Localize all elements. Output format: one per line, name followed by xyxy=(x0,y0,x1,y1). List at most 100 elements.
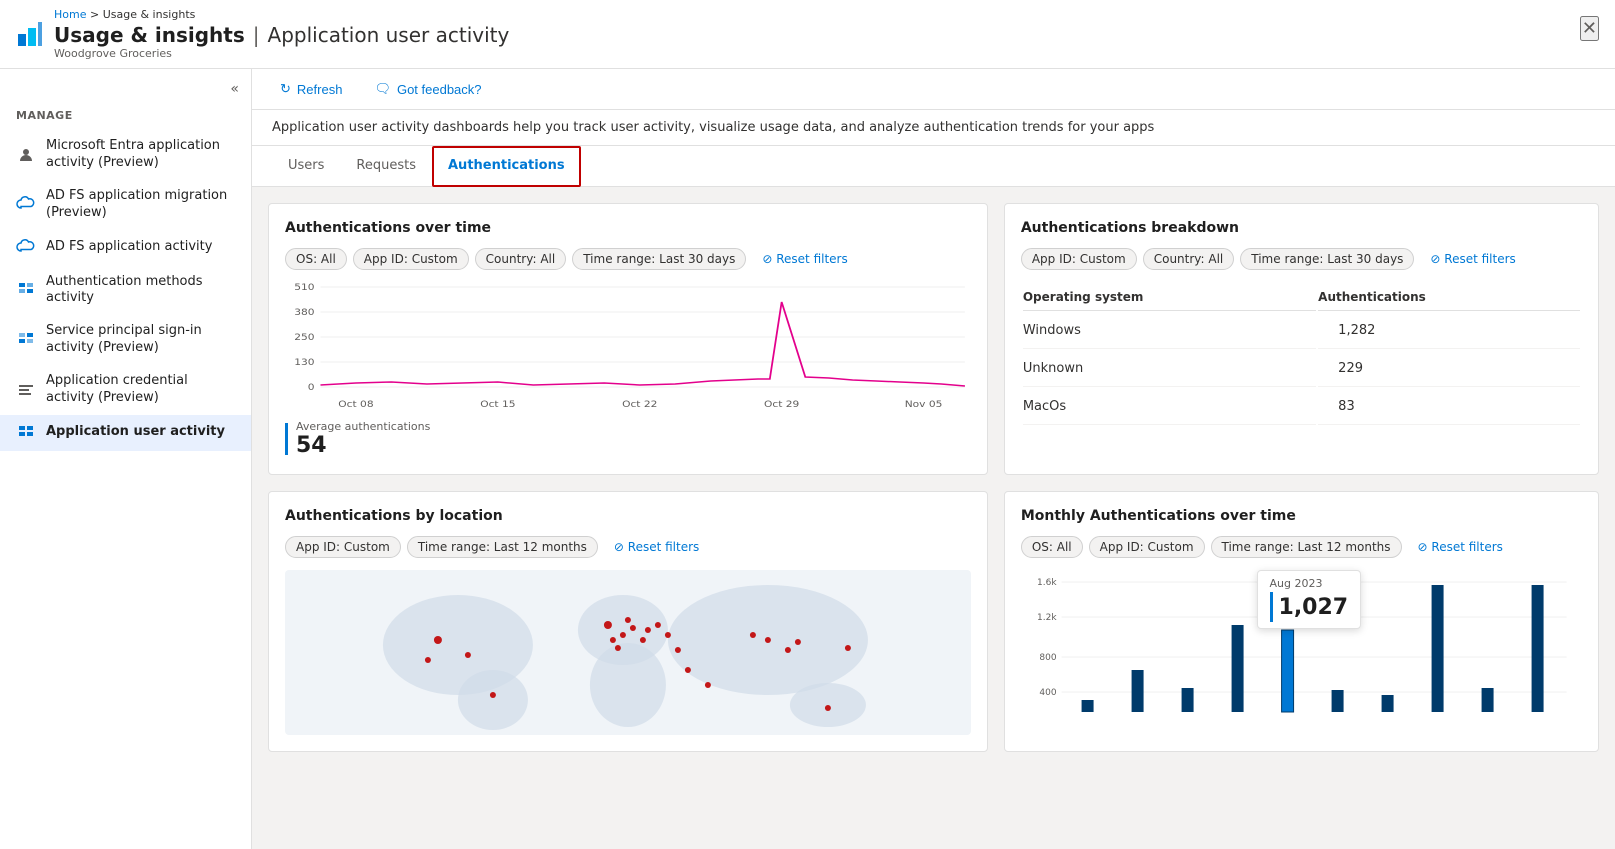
org-name: Woodgrove Groceries xyxy=(54,47,1599,60)
auth-breakdown-filters: App ID: Custom Country: All Time range: … xyxy=(1021,248,1582,270)
refresh-button[interactable]: ↻ Refresh xyxy=(272,77,350,101)
table-row: MacOs 83 xyxy=(1023,389,1580,425)
breakdown-filter-appid[interactable]: App ID: Custom xyxy=(1021,248,1137,270)
svg-text:Nov 05: Nov 05 xyxy=(905,400,943,410)
sidebar-item-entra-label: Microsoft Entra application activity (Pr… xyxy=(46,138,235,172)
monthly-filter-os[interactable]: OS: All xyxy=(1021,536,1083,558)
svg-text:Oct 29: Oct 29 xyxy=(764,400,799,410)
breakdown-filter-timerange[interactable]: Time range: Last 30 days xyxy=(1240,248,1414,270)
svg-text:1.6k: 1.6k xyxy=(1037,578,1057,588)
cloud-icon-2 xyxy=(16,238,36,258)
breakdown-reset-btn[interactable]: ⊘ Reset filters xyxy=(1420,248,1525,270)
sidebar-item-app-user[interactable]: Application user activity xyxy=(0,415,251,451)
auth-over-time-title: Authentications over time xyxy=(285,220,971,236)
location-filter-appid[interactable]: App ID: Custom xyxy=(285,536,401,558)
breadcrumb-home[interactable]: Home xyxy=(54,8,86,21)
location-reset-btn[interactable]: ⊘ Reset filters xyxy=(604,536,709,558)
monthly-reset-btn[interactable]: ⊘ Reset filters xyxy=(1408,536,1513,558)
page-title: Usage & insights xyxy=(54,23,245,47)
count-macos: 83 xyxy=(1318,389,1580,425)
person-icon xyxy=(16,145,36,165)
tooltip-value: 1,027 xyxy=(1279,595,1349,620)
close-button[interactable]: ✕ xyxy=(1580,16,1599,41)
sidebar-item-adfs-activity-label: AD FS application activity xyxy=(46,239,212,256)
sidebar-manage-label: Manage xyxy=(0,105,251,130)
svg-text:Oct 22: Oct 22 xyxy=(622,400,657,410)
auth-location-card: Authentications by location App ID: Cust… xyxy=(268,491,988,752)
feedback-icon: 🗨 xyxy=(374,81,391,97)
tab-authentications[interactable]: Authentications xyxy=(432,146,581,187)
auth-breakdown-title: Authentications breakdown xyxy=(1021,220,1582,236)
grid-icon-1 xyxy=(16,280,36,300)
filter-os[interactable]: OS: All xyxy=(285,248,347,270)
title-separator: | xyxy=(253,23,260,47)
svg-text:510: 510 xyxy=(294,283,314,293)
table-row: Windows 1,282 xyxy=(1023,313,1580,349)
refresh-icon: ↻ xyxy=(280,81,291,97)
table-row: Unknown 229 xyxy=(1023,351,1580,387)
page-subtitle: Application user activity xyxy=(268,23,510,47)
reset-filters-btn[interactable]: ⊘ Reset filters xyxy=(752,248,857,270)
app-logo xyxy=(16,20,44,48)
grid-icon-2 xyxy=(16,330,36,350)
sidebar-item-auth-methods[interactable]: Authentication methods activity xyxy=(0,266,251,316)
monthly-filter-timerange[interactable]: Time range: Last 12 months xyxy=(1211,536,1402,558)
lines-icon xyxy=(16,380,36,400)
sidebar-item-entra[interactable]: Microsoft Entra application activity (Pr… xyxy=(0,130,251,180)
sidebar-collapse-button[interactable]: « xyxy=(0,81,251,105)
sidebar-item-app-user-label: Application user activity xyxy=(46,424,225,441)
breakdown-filter-country[interactable]: Country: All xyxy=(1143,248,1235,270)
location-filter-timerange[interactable]: Time range: Last 12 months xyxy=(407,536,598,558)
chart-tooltip: Aug 2023 1,027 xyxy=(1257,570,1362,629)
monthly-auth-card: Monthly Authentications over time OS: Al… xyxy=(1004,491,1599,752)
count-unknown: 229 xyxy=(1318,351,1580,387)
row-2: Authentications by location App ID: Cust… xyxy=(268,491,1599,752)
world-map xyxy=(285,570,971,735)
page-header: Home > Usage & insights Usage & insights… xyxy=(0,0,1615,69)
col-os: Operating system xyxy=(1023,284,1316,311)
sidebar-item-adfs-migration-label: AD FS application migration (Preview) xyxy=(46,188,235,222)
svg-text:400: 400 xyxy=(1039,688,1056,698)
svg-text:Oct 15: Oct 15 xyxy=(480,400,515,410)
tooltip-bar xyxy=(1270,592,1273,622)
sidebar-item-auth-methods-label: Authentication methods activity xyxy=(46,274,235,308)
svg-text:380: 380 xyxy=(294,308,314,318)
filter-appid[interactable]: App ID: Custom xyxy=(353,248,469,270)
auth-over-time-filters: OS: All App ID: Custom Country: All Time… xyxy=(285,248,971,270)
breakdown-table: Operating system Authentications Windows… xyxy=(1021,282,1582,427)
svg-text:0: 0 xyxy=(308,383,315,393)
monthly-filter-appid[interactable]: App ID: Custom xyxy=(1089,536,1205,558)
filter-country[interactable]: Country: All xyxy=(475,248,567,270)
auth-location-filters: App ID: Custom Time range: Last 12 month… xyxy=(285,536,971,558)
header-title-group: Home > Usage & insights Usage & insights… xyxy=(54,8,1599,60)
svg-text:130: 130 xyxy=(294,358,314,368)
sidebar-item-app-credential-label: Application credential activity (Preview… xyxy=(46,373,235,407)
content-area: Authentications over time OS: All App ID… xyxy=(252,187,1615,768)
filter-timerange[interactable]: Time range: Last 30 days xyxy=(572,248,746,270)
tab-requests[interactable]: Requests xyxy=(340,146,432,187)
avg-section: Average authentications 54 xyxy=(285,420,971,458)
avg-label: Average authentications xyxy=(296,420,430,433)
feedback-button[interactable]: 🗨 Got feedback? xyxy=(366,77,489,101)
sidebar-item-app-credential[interactable]: Application credential activity (Preview… xyxy=(0,365,251,415)
sidebar-item-service-principal-label: Service principal sign-in activity (Prev… xyxy=(46,323,235,357)
sidebar-item-service-principal[interactable]: Service principal sign-in activity (Prev… xyxy=(0,315,251,365)
os-unknown: Unknown xyxy=(1023,351,1316,387)
toolbar: ↻ Refresh 🗨 Got feedback? xyxy=(252,69,1615,110)
svg-text:800: 800 xyxy=(1039,653,1056,663)
feedback-label: Got feedback? xyxy=(397,82,482,97)
auth-line-chart: 510 380 250 130 0 Oct 08 Oct 15 Oct xyxy=(285,282,971,412)
auth-chart-container: 510 380 250 130 0 Oct 08 Oct 15 Oct xyxy=(285,282,971,412)
tab-users[interactable]: Users xyxy=(272,146,340,187)
sidebar-item-adfs-activity[interactable]: AD FS application activity xyxy=(0,230,251,266)
count-windows: 1,282 xyxy=(1318,313,1580,349)
sidebar-item-adfs-migration[interactable]: AD FS application migration (Preview) xyxy=(0,180,251,230)
main-content: ↻ Refresh 🗨 Got feedback? Application us… xyxy=(252,69,1615,849)
avg-value: 54 xyxy=(296,433,430,458)
svg-text:1.2k: 1.2k xyxy=(1037,613,1057,623)
svg-text:Oct 08: Oct 08 xyxy=(338,400,373,410)
auth-location-title: Authentications by location xyxy=(285,508,971,524)
page-description: Application user activity dashboards hel… xyxy=(252,110,1615,146)
auth-breakdown-card: Authentications breakdown App ID: Custom… xyxy=(1004,203,1599,475)
tooltip-date: Aug 2023 xyxy=(1270,577,1349,590)
